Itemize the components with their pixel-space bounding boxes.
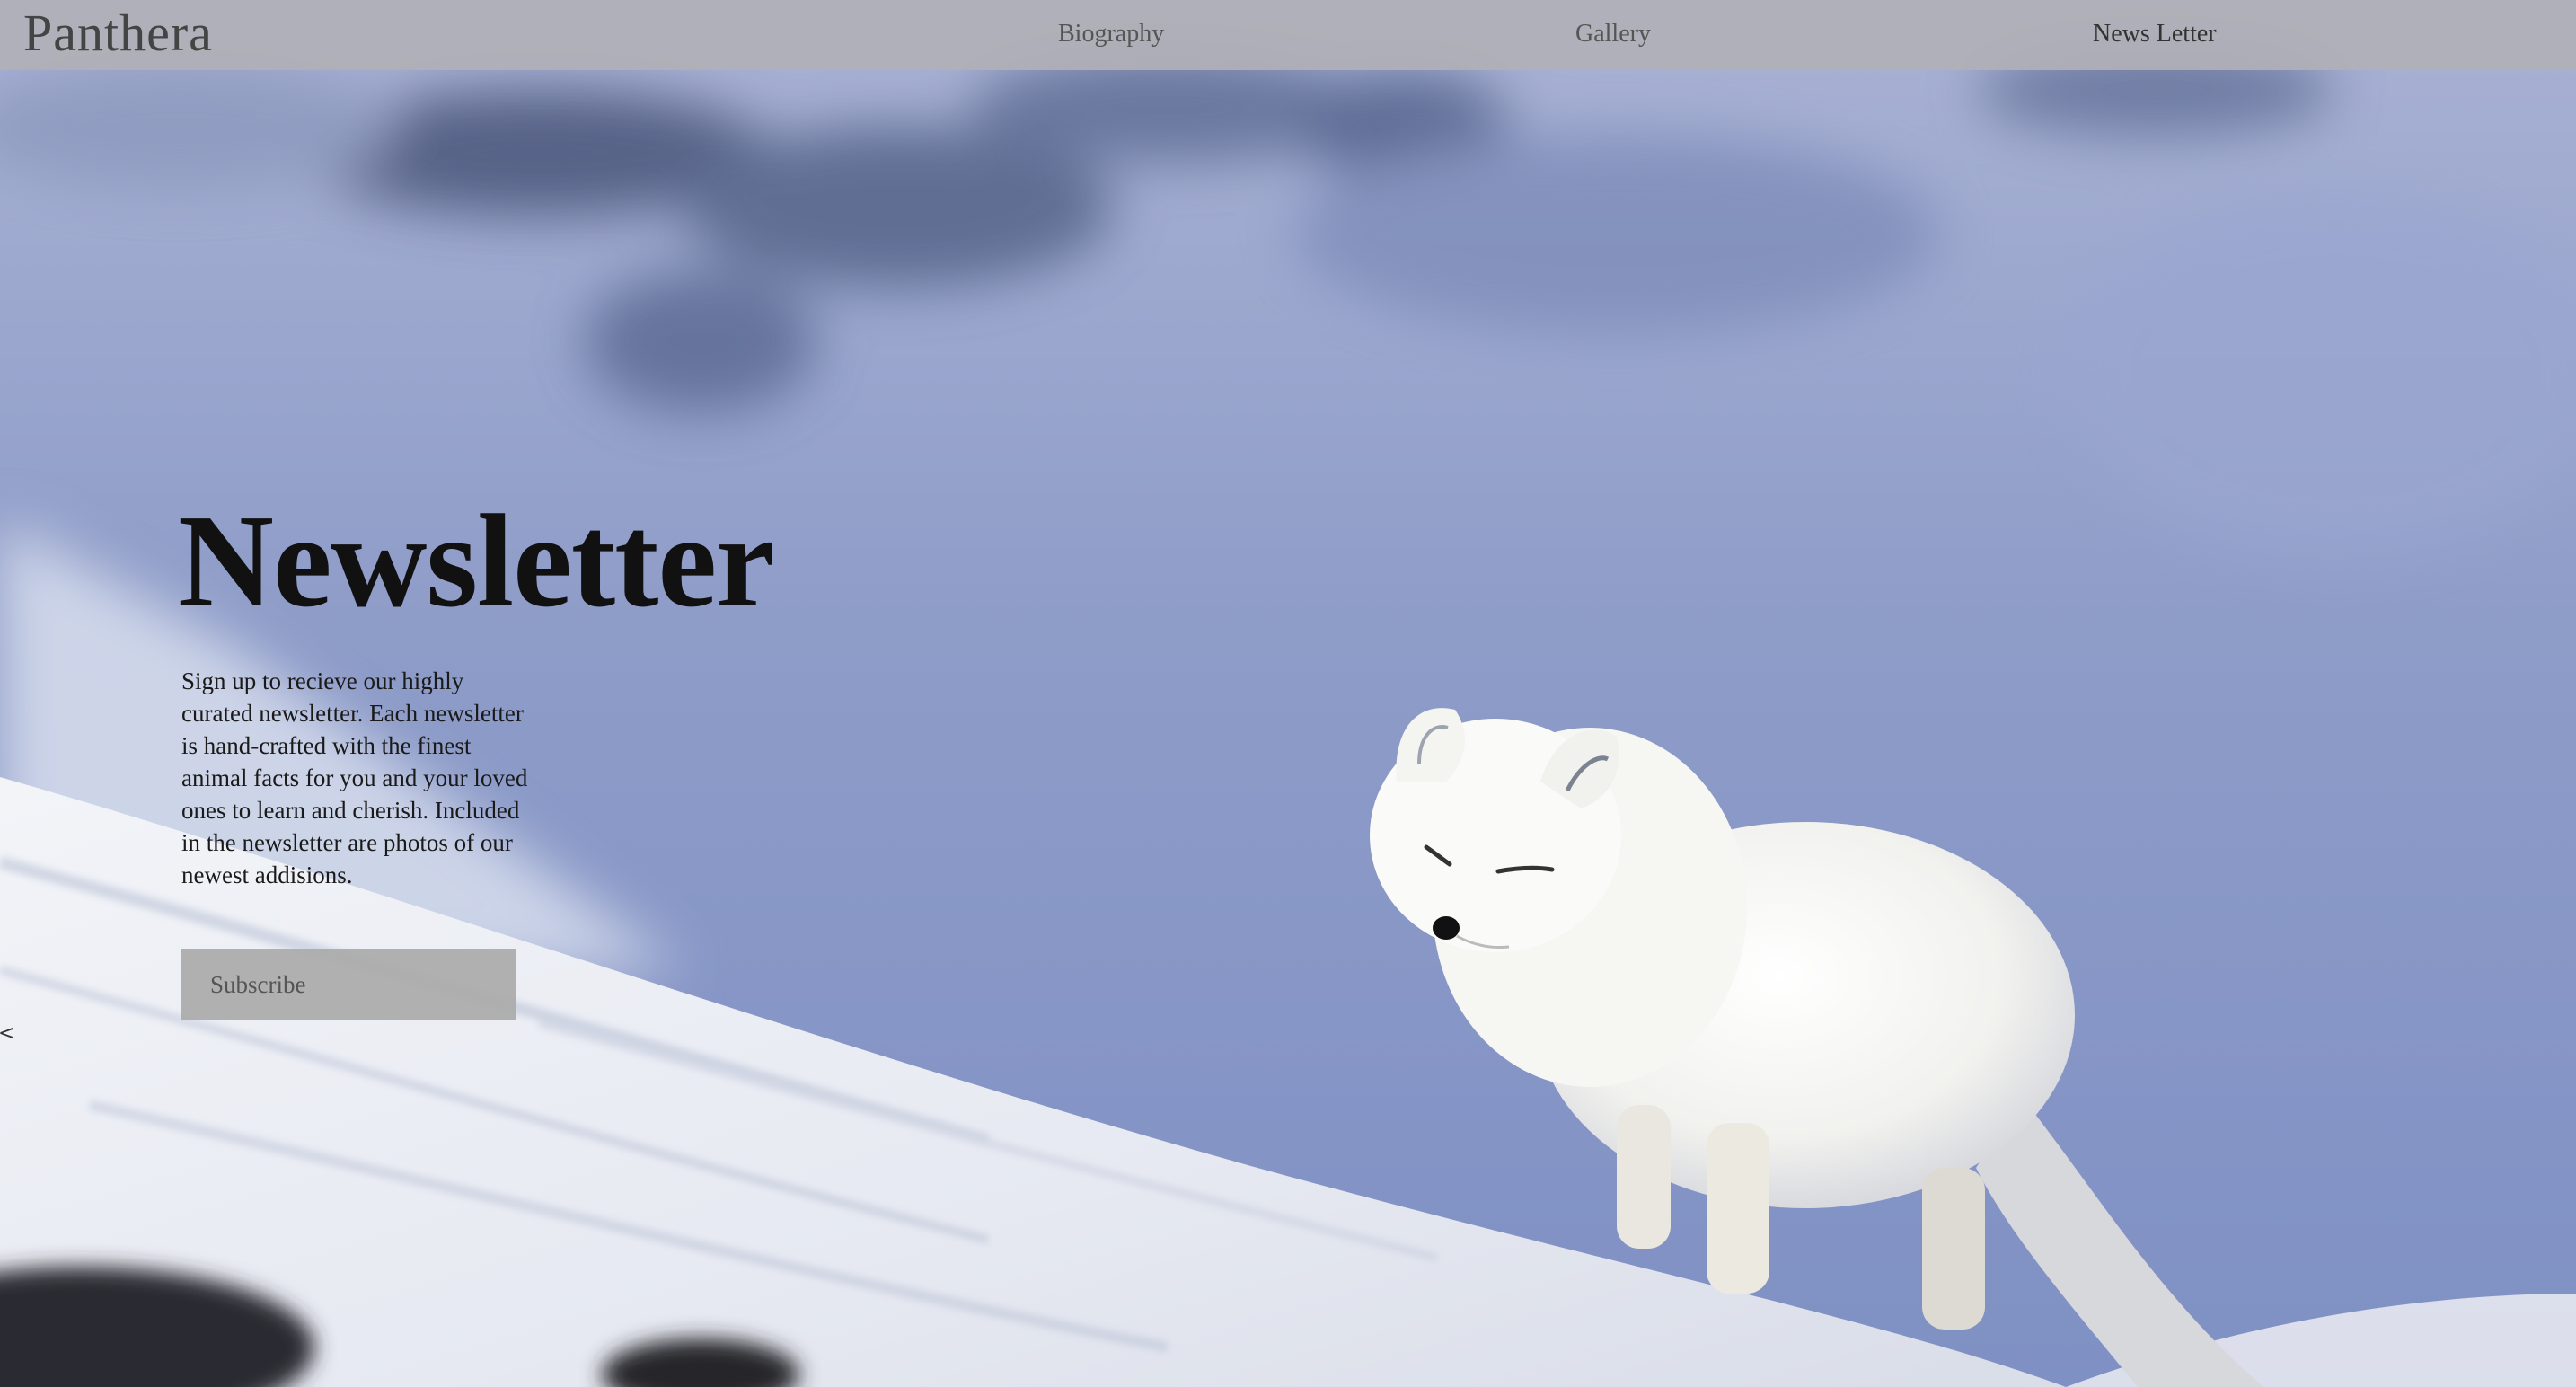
page: Panthera Biography Gallery News Letter N… bbox=[0, 0, 2576, 1387]
top-navbar: Panthera Biography Gallery News Letter bbox=[0, 0, 2576, 70]
subscribe-button[interactable]: Subscribe bbox=[181, 949, 516, 1020]
nav-link-gallery[interactable]: Gallery bbox=[1575, 18, 1651, 50]
page-title: Newsletter bbox=[178, 488, 775, 635]
edge-chevron-glyph: < bbox=[0, 1022, 15, 1045]
newsletter-description: Sign up to recieve our highly curated ne… bbox=[181, 667, 528, 888]
nav-link-newsletter[interactable]: News Letter bbox=[2093, 18, 2217, 50]
brand-logo[interactable]: Panthera bbox=[23, 4, 213, 63]
nav-link-biography[interactable]: Biography bbox=[1058, 18, 1164, 50]
